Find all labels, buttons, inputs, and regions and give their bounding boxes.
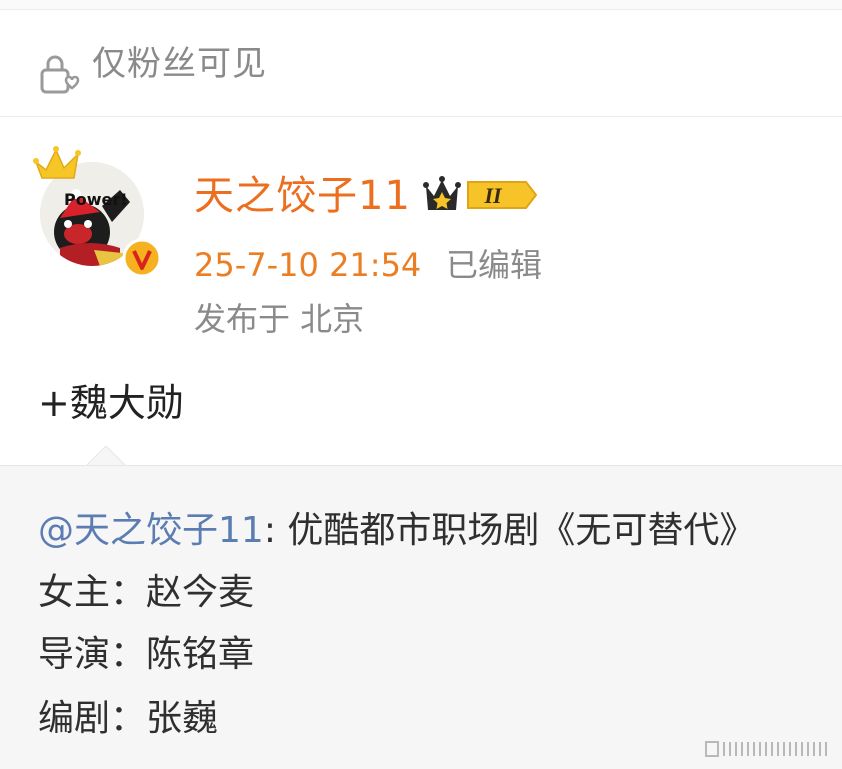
post-location: 发布于 北京 [194,300,365,338]
top-divider [0,0,842,10]
author-name[interactable]: 天之饺子11 [194,170,411,222]
repost-line-director: 导演：陈铭章 [38,632,254,678]
mention-link[interactable]: @天之饺子11 [38,510,264,551]
repost-line-label: 导演： [38,634,147,675]
repost-line-value: 张巍 [146,698,219,739]
repost-line-label: 编剧： [38,698,147,739]
crown-icon [33,146,81,179]
repost-title: : 优酷都市职场剧《无可替代》 [263,510,756,551]
fan-level-text: II [483,183,503,208]
avatar-caption: Power! [64,190,128,209]
avatar-container[interactable]: Power! [30,140,170,280]
post-time[interactable]: 25-7-10 21:54 [194,244,421,286]
repost-line-value: 赵今麦 [146,572,255,613]
edited-label[interactable]: 已编辑 [446,244,542,286]
repost-line-label: 女主： [38,572,147,613]
lock-heart-icon [40,55,80,94]
repost-headline[interactable]: @天之饺子11: 优酷都市职场剧《无可替代》 [38,508,755,554]
v-badge-icon [122,238,162,278]
visibility-label: 仅粉丝可见 [92,44,267,84]
repost-line-value: 陈铭章 [146,634,255,675]
watermark-icon [705,741,827,757]
repost-pointer [86,446,126,466]
repost-line-lead: 女主：赵今麦 [38,570,254,616]
repost-line-writer: 编剧：张巍 [38,696,218,742]
post-content: +魏大勋 [38,381,184,425]
fan-level-badge[interactable]: II [420,172,540,218]
